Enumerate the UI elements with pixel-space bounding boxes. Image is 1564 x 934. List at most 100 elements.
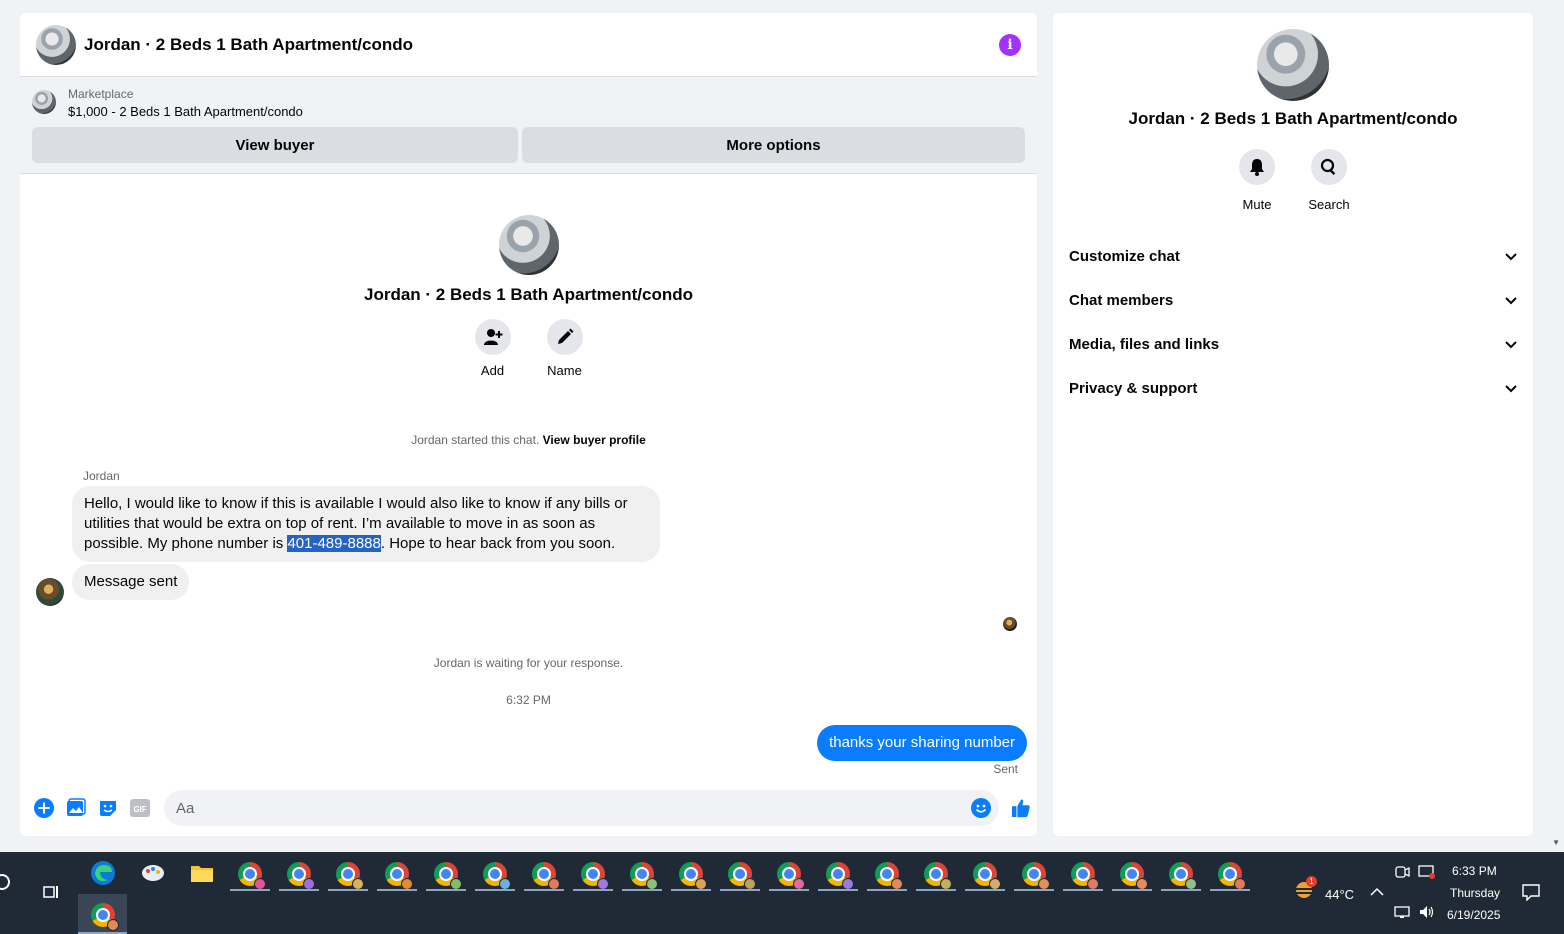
- meet-now-icon[interactable]: [1394, 864, 1410, 883]
- add-person-icon: [474, 319, 511, 355]
- chrome-icon[interactable]: [385, 862, 413, 890]
- weather-badge: 1: [1306, 876, 1317, 887]
- menu-customize-chat[interactable]: Customize chat: [1069, 234, 1517, 278]
- chrome-icon[interactable]: [483, 862, 511, 890]
- add-button[interactable]: Add: [474, 319, 511, 378]
- chrome-icon[interactable]: [1022, 862, 1050, 890]
- pencil-icon: [546, 319, 583, 355]
- view-buyer-button[interactable]: View buyer: [32, 127, 518, 163]
- chrome-icon[interactable]: [728, 862, 756, 890]
- scroll-down-arrow[interactable]: ▼: [1552, 838, 1560, 847]
- search-circle-icon[interactable]: [0, 872, 20, 898]
- chrome-icon[interactable]: [1071, 862, 1099, 890]
- notification-icon[interactable]: [1521, 883, 1541, 904]
- thumbs-up-icon[interactable]: [1011, 798, 1031, 818]
- chrome-icon[interactable]: [336, 862, 364, 890]
- clock-time[interactable]: 6:33 PM: [1452, 864, 1497, 878]
- chat-avatar[interactable]: [36, 24, 76, 65]
- chrome-icon[interactable]: [875, 862, 903, 890]
- outgoing-message[interactable]: thanks your sharing number: [817, 725, 1027, 761]
- details-name: Jordan · 2 Beds 1 Bath Apartment/condo: [1128, 109, 1458, 128]
- chrome-icon[interactable]: [973, 862, 1001, 890]
- chrome-icon[interactable]: [287, 862, 315, 890]
- chrome-icon[interactable]: [1120, 862, 1148, 890]
- info-icon[interactable]: i: [999, 33, 1021, 56]
- sticker-icon[interactable]: [98, 798, 118, 818]
- marketplace-banner: Marketplace $1,000 - 2 Beds 1 Bath Apart…: [20, 77, 1037, 174]
- sent-status: Sent: [993, 762, 1018, 776]
- view-buyer-profile-link[interactable]: View buyer profile: [543, 433, 646, 447]
- message-input-placeholder: Aa: [176, 799, 195, 817]
- more-options-button[interactable]: More options: [522, 127, 1025, 163]
- profile-avatar: [498, 215, 559, 275]
- search-button[interactable]: Search: [1308, 149, 1350, 212]
- chevron-down-icon: [1505, 248, 1517, 265]
- clock-day[interactable]: Thursday: [1450, 886, 1500, 900]
- add-label: Add: [480, 363, 505, 378]
- sender-name: Jordan: [83, 469, 120, 483]
- profile-name: Jordan · 2 Beds 1 Bath Apartment/condo: [363, 285, 694, 304]
- chat-details-panel: Jordan · 2 Beds 1 Bath Apartment/condo M…: [1053, 13, 1533, 836]
- network-icon[interactable]: [1394, 904, 1410, 923]
- chrome-icon[interactable]: [924, 862, 952, 890]
- sender-avatar[interactable]: [36, 578, 64, 606]
- search-icon: [1311, 149, 1347, 185]
- phone-number[interactable]: 401-489-8888: [287, 535, 381, 552]
- weather-icon[interactable]: 1: [1292, 876, 1317, 903]
- message-timestamp: 6:32 PM: [506, 693, 551, 707]
- listing-thumbnail: [32, 90, 56, 114]
- marketplace-label: Marketplace: [68, 87, 134, 101]
- photo-icon[interactable]: [66, 798, 86, 818]
- chrome-icon[interactable]: [581, 862, 609, 890]
- waiting-notice: Jordan is waiting for your response.: [433, 656, 624, 670]
- screen-record-icon[interactable]: [1418, 864, 1436, 883]
- paint-icon[interactable]: [140, 860, 166, 886]
- read-receipt-avatar: [1003, 617, 1017, 631]
- volume-icon[interactable]: [1418, 904, 1436, 923]
- chrome-icon[interactable]: [1169, 862, 1197, 890]
- details-avatar[interactable]: [1257, 29, 1329, 101]
- edge-icon[interactable]: [90, 860, 116, 886]
- chrome-icon[interactable]: [91, 903, 119, 931]
- chat-title[interactable]: Jordan · 2 Beds 1 Bath Apartment/condo: [84, 35, 999, 55]
- chrome-icon[interactable]: [238, 862, 266, 890]
- bell-icon: [1239, 149, 1275, 185]
- plus-icon[interactable]: [34, 798, 54, 818]
- menu-media-files-links[interactable]: Media, files and links: [1069, 322, 1517, 366]
- incoming-message[interactable]: Message sent: [72, 564, 190, 600]
- chevron-down-icon: [1505, 292, 1517, 309]
- menu-privacy-support[interactable]: Privacy & support: [1069, 366, 1517, 410]
- incoming-message[interactable]: Hello, I would like to know if this is a…: [72, 486, 660, 562]
- chat-started-notice: Jordan started this chat. View buyer pro…: [411, 433, 646, 447]
- listing-title[interactable]: $1,000 - 2 Beds 1 Bath Apartment/condo: [68, 102, 303, 122]
- task-view-icon[interactable]: [41, 882, 67, 908]
- chevron-down-icon: [1505, 380, 1517, 397]
- chat-panel: Jordan · 2 Beds 1 Bath Apartment/condo i…: [20, 13, 1037, 836]
- svg-text:GIF: GIF: [133, 805, 146, 814]
- chrome-icon[interactable]: [777, 862, 805, 890]
- chrome-icon[interactable]: [434, 862, 462, 890]
- chrome-icon[interactable]: [679, 862, 707, 890]
- file-explorer-icon[interactable]: [189, 860, 215, 886]
- menu-chat-members[interactable]: Chat members: [1069, 278, 1517, 322]
- mute-label: Mute: [1242, 197, 1272, 212]
- chrome-icon[interactable]: [630, 862, 658, 890]
- chrome-icon[interactable]: [1218, 862, 1246, 890]
- name-button[interactable]: Name: [546, 319, 583, 378]
- chrome-icon[interactable]: [826, 862, 854, 890]
- name-label: Name: [547, 363, 582, 378]
- weather-temperature[interactable]: 44°C: [1325, 887, 1354, 902]
- mute-button[interactable]: Mute: [1239, 149, 1275, 212]
- emoji-icon[interactable]: [971, 798, 991, 822]
- chevron-up-icon[interactable]: [1370, 884, 1384, 900]
- chat-profile-intro: Jordan · 2 Beds 1 Bath Apartment/condo A…: [20, 215, 1037, 378]
- chevron-down-icon: [1505, 336, 1517, 353]
- message-input[interactable]: Aa: [164, 790, 999, 826]
- gif-icon[interactable]: GIF: [130, 798, 150, 818]
- details-menu: Customize chat Chat members Media, files…: [1053, 234, 1533, 410]
- search-label: Search: [1308, 197, 1350, 212]
- chrome-icon[interactable]: [532, 862, 560, 890]
- page-scrollbar[interactable]: [1548, 0, 1564, 852]
- message-composer: GIF Aa: [20, 788, 1037, 828]
- clock-date[interactable]: 6/19/2025: [1447, 908, 1500, 922]
